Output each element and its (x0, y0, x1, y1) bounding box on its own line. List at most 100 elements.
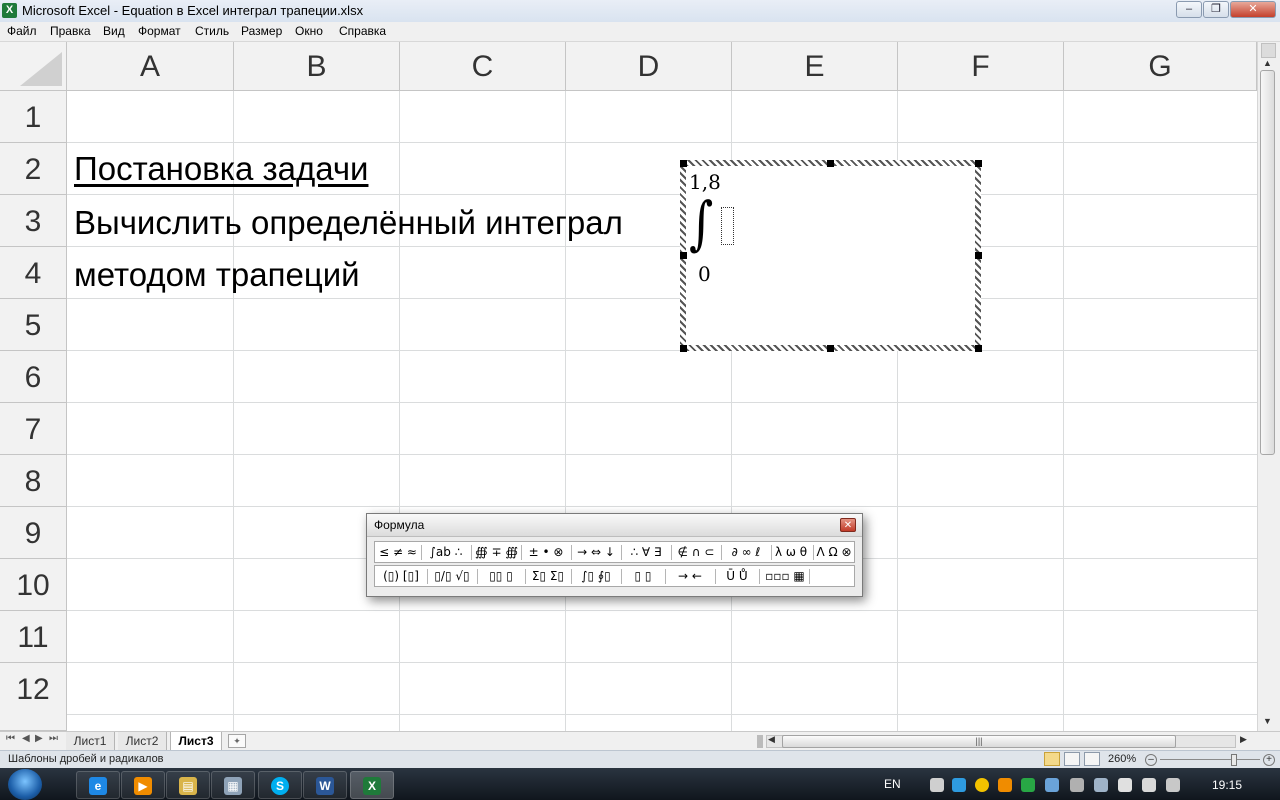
column-header-c[interactable]: C (400, 42, 566, 91)
restore-button[interactable]: ❐ (1203, 1, 1229, 18)
fences-template-button[interactable]: (▯) [▯] (379, 568, 423, 584)
next-sheet-icon[interactable]: ▶ (35, 733, 43, 744)
resize-handle[interactable] (827, 345, 834, 352)
formula-toolbar-title-bar[interactable] (367, 514, 862, 537)
tray-app-icon[interactable] (1045, 778, 1059, 792)
cell-a2[interactable]: Постановка задачи (74, 150, 368, 188)
menu-view[interactable]: Вид (103, 24, 125, 38)
menu-format[interactable]: Формат (138, 24, 181, 38)
scroll-left-icon[interactable]: ◀ (768, 734, 775, 745)
tray-app-icon[interactable] (1021, 778, 1035, 792)
scroll-right-icon[interactable]: ▶ (1240, 734, 1247, 745)
operators-button[interactable]: ± • ⊗ (525, 544, 567, 560)
products-template-button[interactable]: Ū Ů (719, 568, 755, 584)
row-header-8[interactable]: 8 (0, 455, 67, 507)
cell-a4[interactable]: методом трапеций (74, 256, 360, 294)
zoom-in-icon[interactable]: + (1263, 754, 1275, 766)
input-language[interactable]: EN (884, 777, 901, 791)
taskbar-word[interactable]: W (303, 771, 347, 799)
row-header-10[interactable]: 10 (0, 559, 67, 611)
zoom-slider[interactable] (1160, 759, 1260, 760)
zoom-level[interactable]: 260% (1108, 753, 1136, 765)
relations-button[interactable]: ≤ ≠ ≈ (379, 544, 417, 560)
equation-input-slot[interactable] (721, 207, 734, 245)
row-header-1[interactable]: 1 (0, 91, 67, 143)
cell-a3[interactable]: Вычислить определённый интеграл (74, 204, 623, 242)
resize-handle[interactable] (680, 252, 687, 259)
misc-symbols-button[interactable]: ∂ ∞ ℓ (725, 544, 767, 560)
embellishments-button[interactable]: ∰ ∓ ∰ (475, 544, 518, 560)
scroll-up-icon[interactable]: ▲ (1263, 58, 1272, 68)
row-header-9[interactable]: 9 (0, 507, 67, 559)
page-layout-view-icon[interactable] (1064, 752, 1080, 766)
formula-toolbar-close-icon[interactable]: ✕ (840, 518, 856, 532)
last-sheet-icon[interactable]: ⏭ (49, 733, 58, 744)
start-button[interactable] (8, 769, 42, 800)
zoom-out-icon[interactable]: – (1145, 754, 1157, 766)
taskbar-excel-active[interactable]: X (350, 771, 394, 799)
row-header-6[interactable]: 6 (0, 351, 67, 403)
column-header-f[interactable]: F (898, 42, 1064, 91)
column-header-b[interactable]: B (234, 42, 400, 91)
menu-window[interactable]: Окно (295, 24, 323, 38)
subscript-template-button[interactable]: ▯▯ ▯ (481, 568, 521, 584)
taskbar-media-player[interactable]: ▶ (121, 771, 165, 799)
prev-sheet-icon[interactable]: ◀ (22, 733, 30, 744)
tray-printer-icon[interactable] (1070, 778, 1084, 792)
fraction-radical-template-button[interactable]: ▯/▯ √▯ (431, 568, 473, 584)
page-break-view-icon[interactable] (1084, 752, 1100, 766)
logic-button[interactable]: ∴ ∀ ∃ (625, 544, 667, 560)
tray-app-icon[interactable] (998, 778, 1012, 792)
formula-toolbar[interactable]: Формула ✕ ≤ ≠ ≈ ∫ab ∴ ∰ ∓ ∰ ± • ⊗ → ⇔ ↓ … (366, 513, 863, 597)
row-header-4[interactable]: 4 (0, 247, 67, 299)
close-button[interactable]: ✕ (1230, 1, 1276, 18)
row-header-2[interactable]: 2 (0, 143, 67, 195)
resize-handle[interactable] (680, 160, 687, 167)
overbar-template-button[interactable]: ▯ ▯ (625, 568, 661, 584)
labeled-arrow-template-button[interactable]: → ← (669, 568, 711, 584)
column-header-e[interactable]: E (732, 42, 898, 91)
tray-network-app-icon[interactable] (952, 778, 966, 792)
split-box[interactable] (1261, 43, 1276, 58)
tray-app-icon[interactable] (975, 778, 989, 792)
menu-size[interactable]: Размер (241, 24, 282, 38)
row-header-12[interactable]: 12 (0, 663, 67, 731)
menu-file[interactable]: Файл (7, 24, 37, 38)
resize-handle[interactable] (975, 160, 982, 167)
matrix-template-button[interactable]: ▫▫▫ ▦ (763, 568, 807, 584)
normal-view-icon[interactable] (1044, 752, 1060, 766)
excel-app-icon[interactable]: X (2, 3, 17, 18)
sheet-tab-3-active[interactable]: Лист3 (170, 732, 222, 750)
greek-upper-button[interactable]: Λ Ω ⊗ (815, 544, 853, 560)
row-header-11[interactable]: 11 (0, 611, 67, 663)
insert-sheet-icon[interactable]: ✦ (228, 734, 246, 748)
scroll-down-icon[interactable]: ▼ (1263, 716, 1272, 726)
tray-flag-icon[interactable] (1118, 778, 1132, 792)
row-header-7[interactable]: 7 (0, 403, 67, 455)
arrows-button[interactable]: → ⇔ ↓ (575, 544, 617, 560)
menu-help[interactable]: Справка (339, 24, 386, 38)
tray-volume-icon[interactable] (1142, 778, 1156, 792)
sheet-tab-1[interactable]: Лист1 (66, 732, 115, 750)
horizontal-scroll-thumb[interactable]: ||| (782, 735, 1176, 748)
greek-lower-button[interactable]: λ ω θ (771, 544, 811, 560)
menu-edit[interactable]: Правка (50, 24, 91, 38)
row-header-5[interactable]: 5 (0, 299, 67, 351)
column-header-a[interactable]: A (67, 42, 234, 91)
equation-object[interactable] (680, 160, 981, 351)
tab-split-handle[interactable] (757, 735, 763, 748)
vertical-scroll-thumb[interactable] (1260, 70, 1275, 455)
integral-template-button[interactable]: ∫▯ ∮▯ (575, 568, 617, 584)
resize-handle[interactable] (975, 252, 982, 259)
tray-power-icon[interactable] (1166, 778, 1180, 792)
sheet-tab-2[interactable]: Лист2 (118, 732, 167, 750)
taskbar-file-explorer[interactable]: ▤ (166, 771, 210, 799)
resize-handle[interactable] (975, 345, 982, 352)
taskbar-ie[interactable]: e (76, 771, 120, 799)
taskbar-calculator[interactable]: ▦ (211, 771, 255, 799)
summation-template-button[interactable]: Σ▯ Σ▯ (527, 568, 569, 584)
taskbar-skype[interactable]: S (258, 771, 302, 799)
column-header-d[interactable]: D (566, 42, 732, 91)
clock[interactable]: 19:15 (1212, 778, 1242, 792)
tray-help-icon[interactable] (930, 778, 944, 792)
